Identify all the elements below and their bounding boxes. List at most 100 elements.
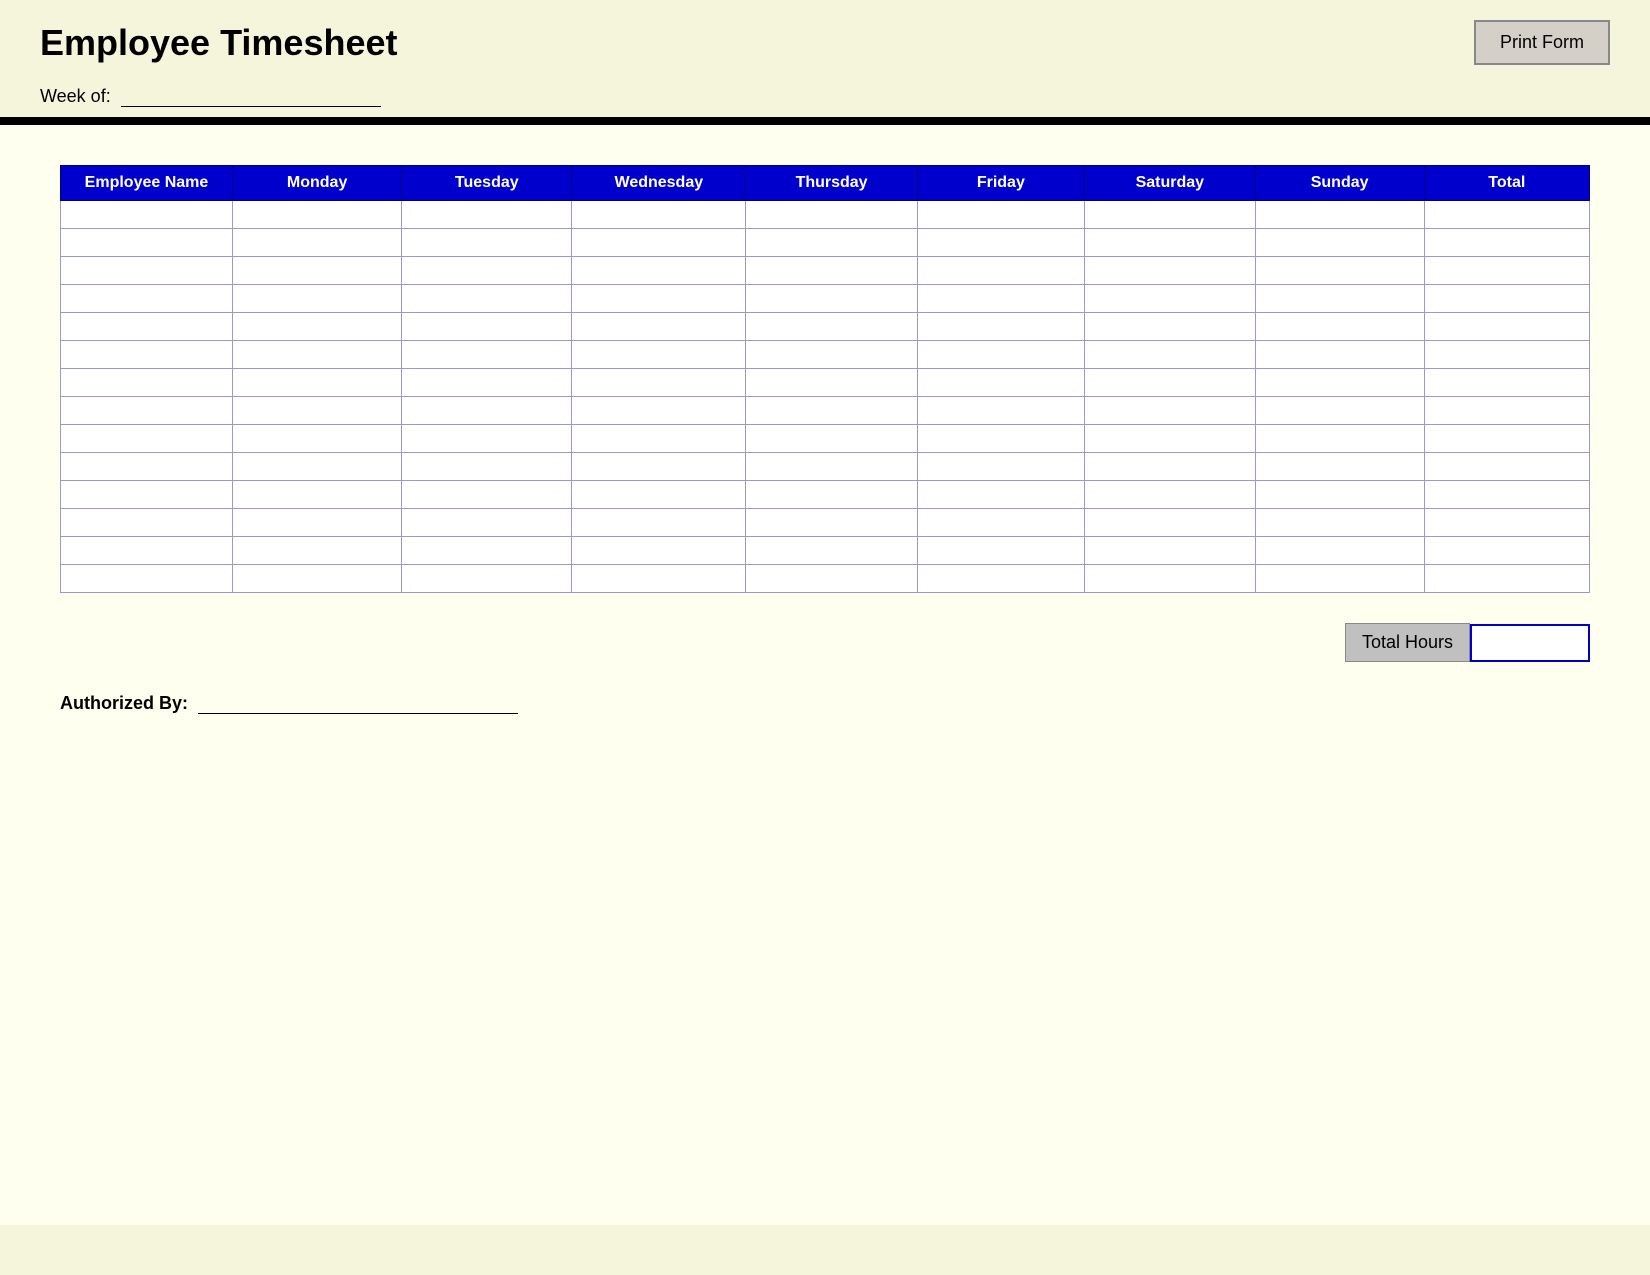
hours-cell-input[interactable] [1256,257,1424,284]
hours-cell-input[interactable] [572,285,745,312]
employee-name-cell-input[interactable] [61,201,232,228]
table-cell[interactable] [746,313,917,341]
table-cell[interactable] [1424,341,1589,369]
hours-cell-input[interactable] [233,397,401,424]
hours-cell-input[interactable] [1256,369,1424,396]
hours-cell-input[interactable] [1085,257,1255,284]
hours-cell-input[interactable] [918,257,1084,284]
hours-cell-input[interactable] [233,425,401,452]
table-cell[interactable] [1424,537,1589,565]
hours-cell-input[interactable] [233,201,401,228]
table-cell[interactable] [61,425,233,453]
table-cell[interactable] [746,257,917,285]
table-cell[interactable] [572,537,746,565]
hours-cell-input[interactable] [402,509,571,536]
table-cell[interactable] [232,257,401,285]
hours-cell-input[interactable] [1085,397,1255,424]
table-cell[interactable] [61,369,233,397]
table-cell[interactable] [917,481,1084,509]
table-cell[interactable] [1255,341,1424,369]
employee-name-cell-input[interactable] [61,257,232,284]
hours-cell-input[interactable] [233,453,401,480]
table-cell[interactable] [1255,565,1424,593]
table-cell[interactable] [1255,453,1424,481]
table-cell[interactable] [1084,509,1255,537]
table-cell[interactable] [746,537,917,565]
table-cell[interactable] [61,509,233,537]
table-cell[interactable] [232,369,401,397]
hours-cell-input[interactable] [233,509,401,536]
hours-cell-input[interactable] [918,229,1084,256]
hours-cell-input[interactable] [572,509,745,536]
table-cell[interactable] [61,229,233,257]
table-cell[interactable] [1255,425,1424,453]
table-cell[interactable] [572,369,746,397]
hours-cell-input[interactable] [746,453,916,480]
table-cell[interactable] [572,341,746,369]
hours-cell-input[interactable] [402,369,571,396]
hours-cell-input[interactable] [918,537,1084,564]
table-cell[interactable] [746,369,917,397]
table-cell[interactable] [402,537,572,565]
table-cell[interactable] [917,425,1084,453]
table-cell[interactable] [1084,565,1255,593]
hours-cell-input[interactable] [1425,369,1589,396]
hours-cell-input[interactable] [918,565,1084,592]
table-cell[interactable] [572,285,746,313]
table-cell[interactable] [572,453,746,481]
hours-cell-input[interactable] [746,313,916,340]
table-cell[interactable] [1255,537,1424,565]
hours-cell-input[interactable] [1085,313,1255,340]
hours-cell-input[interactable] [918,341,1084,368]
table-cell[interactable] [572,565,746,593]
hours-cell-input[interactable] [1256,425,1424,452]
employee-name-cell-input[interactable] [61,285,232,312]
hours-cell-input[interactable] [572,425,745,452]
table-cell[interactable] [1424,257,1589,285]
table-cell[interactable] [572,425,746,453]
hours-cell-input[interactable] [402,257,571,284]
hours-cell-input[interactable] [918,201,1084,228]
hours-cell-input[interactable] [402,537,571,564]
hours-cell-input[interactable] [1085,369,1255,396]
hours-cell-input[interactable] [1085,229,1255,256]
table-cell[interactable] [402,257,572,285]
table-cell[interactable] [1084,285,1255,313]
hours-cell-input[interactable] [1256,481,1424,508]
table-cell[interactable] [61,397,233,425]
table-cell[interactable] [1424,481,1589,509]
table-cell[interactable] [1424,313,1589,341]
table-cell[interactable] [1084,537,1255,565]
table-cell[interactable] [1424,369,1589,397]
table-cell[interactable] [1424,425,1589,453]
table-cell[interactable] [232,537,401,565]
table-cell[interactable] [746,453,917,481]
table-cell[interactable] [1084,257,1255,285]
table-cell[interactable] [572,201,746,229]
hours-cell-input[interactable] [746,481,916,508]
hours-cell-input[interactable] [746,341,916,368]
table-cell[interactable] [1255,509,1424,537]
hours-cell-input[interactable] [746,201,916,228]
table-cell[interactable] [1424,509,1589,537]
table-cell[interactable] [402,201,572,229]
table-cell[interactable] [232,509,401,537]
table-cell[interactable] [232,453,401,481]
table-cell[interactable] [746,509,917,537]
authorized-by-input[interactable] [198,692,518,714]
table-cell[interactable] [232,229,401,257]
employee-name-cell-input[interactable] [61,481,232,508]
hours-cell-input[interactable] [572,481,745,508]
hours-cell-input[interactable] [1425,397,1589,424]
hours-cell-input[interactable] [233,369,401,396]
table-cell[interactable] [1084,453,1255,481]
table-cell[interactable] [1255,285,1424,313]
table-cell[interactable] [61,257,233,285]
table-cell[interactable] [917,257,1084,285]
hours-cell-input[interactable] [402,481,571,508]
table-cell[interactable] [1084,369,1255,397]
hours-cell-input[interactable] [233,565,401,592]
hours-cell-input[interactable] [402,285,571,312]
table-cell[interactable] [232,481,401,509]
hours-cell-input[interactable] [233,285,401,312]
